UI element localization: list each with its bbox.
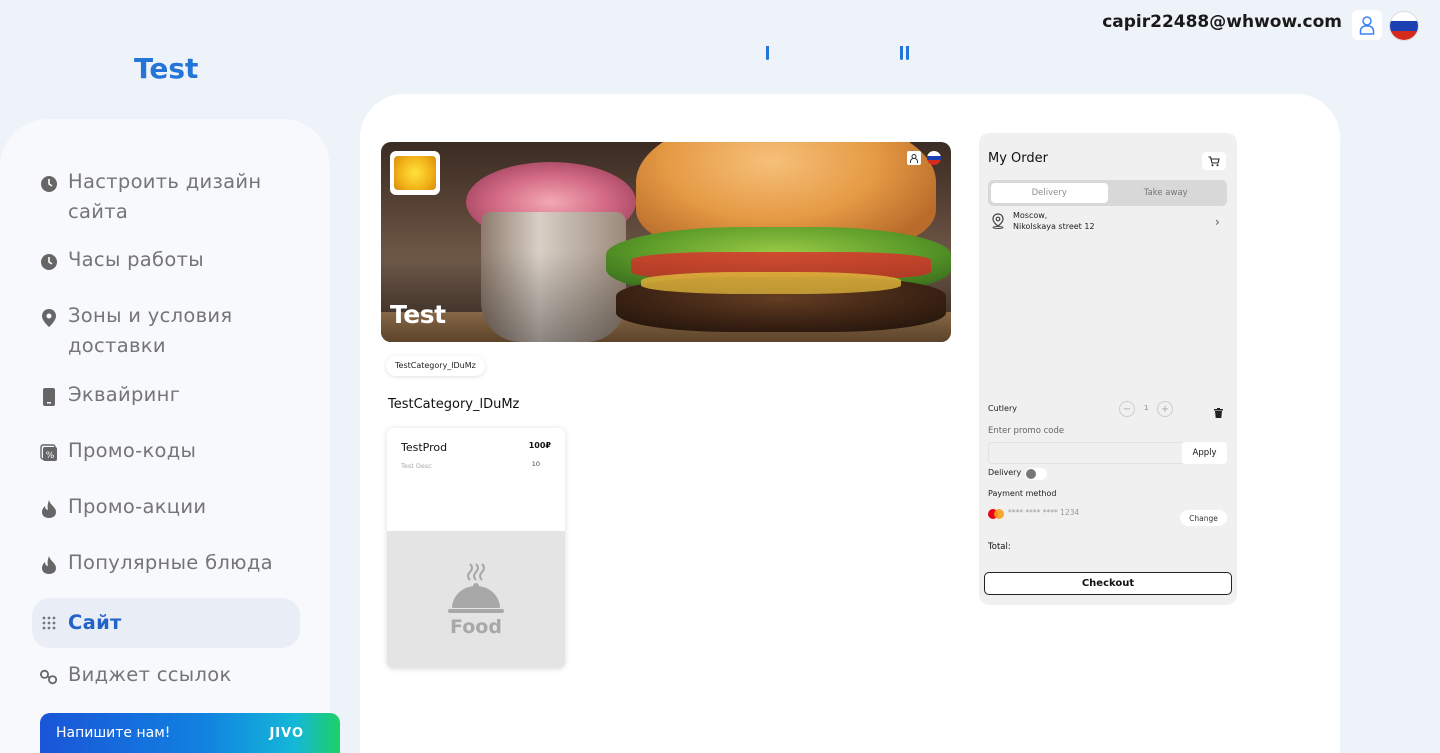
sidebar-item-label: Сайт <box>68 611 122 634</box>
phone-icon <box>40 388 58 406</box>
sidebar-item-promotions[interactable]: Промо-акции <box>32 492 300 522</box>
tab-take-away[interactable]: Take away <box>1108 183 1225 203</box>
sidebar-item-popular-dishes[interactable]: Популярные блюда <box>32 548 300 578</box>
sidebar-item-label: Виджет ссылок <box>68 663 232 686</box>
banner-icons <box>907 151 941 165</box>
chat-widget-logo: JIVO <box>269 725 304 741</box>
percent-icon: % <box>40 444 58 462</box>
checkout-button[interactable]: Checkout <box>984 572 1232 595</box>
flame-icon <box>40 500 58 518</box>
cloche-icon <box>448 562 504 613</box>
total-label: Total: <box>988 542 1011 552</box>
delivery-toggle[interactable] <box>1025 468 1047 480</box>
clock-icon <box>40 175 58 193</box>
change-payment-button[interactable]: Change <box>1180 510 1227 526</box>
sidebar-item-acquiring[interactable]: Эквайринг <box>32 380 300 410</box>
hero-banner: Test <box>381 142 951 342</box>
product-quantity: 10 <box>531 460 540 468</box>
payment-method-label: Payment method <box>988 489 1057 498</box>
sidebar-item-delivery-zones[interactable]: Зоны и условия доставки <box>32 301 300 361</box>
clock-icon <box>40 253 58 271</box>
card-number: **** **** **** 1234 <box>1008 508 1080 517</box>
product-image-placeholder: Food <box>387 531 565 668</box>
sidebar-item-label: Эквайринг <box>68 383 181 406</box>
apply-promo-button[interactable]: Apply <box>1182 442 1227 464</box>
restaurant-logo-image <box>394 156 436 190</box>
sidebar-item-label: Популярные блюда <box>68 551 273 574</box>
sidebar-item-label: Часы работы <box>68 248 204 271</box>
sidebar-item-hours[interactable]: Часы работы <box>32 245 300 275</box>
page-heading-clipped <box>760 46 910 62</box>
promo-code-input[interactable] <box>988 442 1182 464</box>
cutlery-increment-button[interactable]: + <box>1157 401 1173 417</box>
product-card[interactable]: TestProd 100₽ Test Desc 10 Food <box>387 428 565 668</box>
banner-shade <box>381 142 951 342</box>
cutlery-decrement-button[interactable]: − <box>1119 401 1135 417</box>
sidebar-item-link-widget[interactable]: Виджет ссылок <box>32 660 300 690</box>
language-flag-ru[interactable] <box>1389 11 1419 41</box>
cart-button[interactable] <box>1202 152 1226 170</box>
mastercard-icon <box>988 509 1004 519</box>
banner-title: Test <box>390 300 446 329</box>
svg-text:%: % <box>46 451 55 461</box>
sidebar-item-site[interactable]: Сайт <box>32 598 300 648</box>
grid-dots-icon <box>40 614 58 632</box>
link-icon <box>40 668 58 686</box>
chat-widget-message: Напишите нам! <box>56 725 171 741</box>
category-chip[interactable]: TestCategory_lDuMz <box>386 356 485 376</box>
product-placeholder-label: Food <box>450 615 502 638</box>
user-icon[interactable] <box>907 151 921 165</box>
address-line-2: Nikolskaya street 12 <box>1013 222 1095 231</box>
product-price: 100₽ <box>528 441 551 450</box>
delivery-address[interactable]: Moscow, Nikolskaya street 12 <box>1013 210 1095 232</box>
category-heading: TestCategory_lDuMz <box>388 397 520 412</box>
brand-title: Test <box>134 52 199 85</box>
sidebar-item-label: Настроить дизайн сайта <box>68 170 262 223</box>
product-name: TestProd <box>401 441 448 454</box>
restaurant-logo <box>390 151 440 195</box>
product-description: Test Desc <box>401 462 432 470</box>
promo-code-label: Enter promo code <box>988 426 1065 436</box>
cutlery-label: Cutlery <box>988 404 1017 413</box>
language-flag-ru[interactable] <box>927 151 941 165</box>
sidebar-item-label: Промо-коды <box>68 439 197 462</box>
cart-icon <box>1208 155 1220 166</box>
location-pin-icon <box>40 309 58 327</box>
cutlery-value: 1 <box>1144 404 1149 412</box>
chat-widget[interactable]: Напишите нам! JIVO <box>40 713 340 753</box>
sidebar-item-label: Промо-акции <box>68 495 207 518</box>
delivery-toggle-label: Delivery <box>988 468 1022 477</box>
tab-delivery[interactable]: Delivery <box>991 183 1108 203</box>
location-pin-icon <box>991 213 1005 233</box>
user-email: capir22488@whwow.com <box>1102 12 1342 32</box>
sidebar-item-label: Зоны и условия доставки <box>68 304 233 357</box>
user-profile-button[interactable] <box>1352 10 1382 40</box>
address-line-1: Moscow, <box>1013 211 1048 220</box>
order-panel: My Order Delivery Take away Moscow, Niko… <box>979 133 1237 605</box>
trash-icon[interactable] <box>1214 403 1223 422</box>
order-title: My Order <box>988 151 1048 166</box>
flame-icon <box>40 556 58 574</box>
sidebar-item-design[interactable]: Настроить дизайн сайта <box>32 167 300 227</box>
sidebar-item-promo-codes[interactable]: % Промо-коды <box>32 436 300 466</box>
chevron-right-icon[interactable]: › <box>1215 215 1220 229</box>
order-type-tabs: Delivery Take away <box>988 180 1227 206</box>
user-icon <box>1359 16 1375 35</box>
